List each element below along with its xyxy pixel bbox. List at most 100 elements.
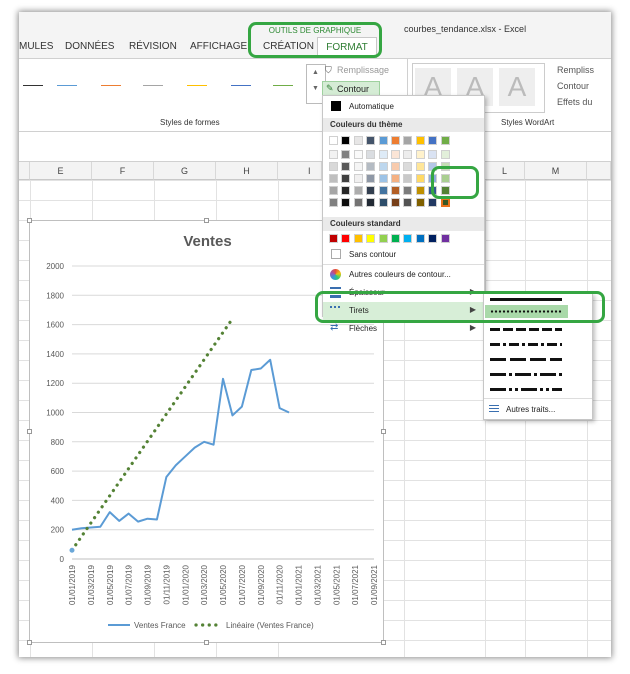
theme-color-swatch[interactable] bbox=[428, 150, 438, 159]
theme-color-swatch[interactable] bbox=[415, 198, 425, 207]
column-header-f[interactable]: F bbox=[92, 162, 154, 180]
wordart-fill-button[interactable]: Rempliss bbox=[557, 65, 594, 75]
theme-color-swatch[interactable] bbox=[403, 136, 413, 145]
dash-long-dash[interactable] bbox=[490, 358, 562, 361]
column-header-g[interactable]: G bbox=[154, 162, 216, 180]
resize-handle[interactable] bbox=[381, 640, 386, 645]
tab-formules[interactable]: MULES bbox=[19, 41, 53, 52]
column-header-l[interactable]: L bbox=[485, 162, 525, 180]
standard-color-swatch[interactable] bbox=[403, 234, 413, 243]
menu-item-automatic[interactable]: Automatique bbox=[323, 98, 484, 116]
theme-color-swatch[interactable] bbox=[329, 174, 338, 183]
shape-style-preset[interactable] bbox=[187, 85, 207, 86]
theme-color-swatch[interactable] bbox=[341, 136, 351, 145]
theme-color-swatch[interactable] bbox=[353, 150, 363, 159]
theme-color-swatch[interactable] bbox=[341, 198, 351, 207]
theme-color-swatch[interactable] bbox=[378, 136, 388, 145]
theme-color-swatch[interactable] bbox=[329, 162, 338, 171]
theme-color-swatch[interactable] bbox=[341, 150, 351, 159]
theme-color-swatch[interactable] bbox=[353, 162, 363, 171]
theme-color-swatch[interactable] bbox=[329, 186, 338, 195]
standard-color-swatch[interactable] bbox=[353, 234, 363, 243]
theme-color-swatch-selected[interactable] bbox=[440, 198, 450, 207]
theme-color-swatch[interactable] bbox=[329, 198, 338, 207]
theme-color-swatch[interactable] bbox=[366, 150, 376, 159]
column-header-n[interactable] bbox=[587, 162, 611, 180]
theme-color-swatch[interactable] bbox=[329, 136, 338, 145]
shape-style-preset[interactable] bbox=[143, 85, 163, 86]
theme-color-swatch[interactable] bbox=[415, 162, 425, 171]
tab-revision[interactable]: RÉVISION bbox=[129, 41, 177, 52]
wordart-outline-button[interactable]: Contour bbox=[557, 81, 589, 91]
column-header-h[interactable]: H bbox=[216, 162, 278, 180]
theme-color-swatch[interactable] bbox=[378, 150, 388, 159]
theme-color-swatch[interactable] bbox=[366, 186, 376, 195]
tab-donnees[interactable]: DONNÉES bbox=[65, 41, 114, 52]
theme-color-swatch[interactable] bbox=[403, 150, 413, 159]
menu-item-more-dashes[interactable]: Autres traits... bbox=[484, 401, 592, 417]
theme-color-swatch[interactable] bbox=[366, 162, 376, 171]
resize-handle[interactable] bbox=[27, 429, 32, 434]
theme-color-swatch[interactable] bbox=[391, 150, 400, 159]
standard-color-swatch[interactable] bbox=[329, 234, 338, 243]
dash-long-dash-dot-dot[interactable] bbox=[490, 388, 562, 391]
dash-long-dash-dot[interactable] bbox=[490, 373, 562, 376]
theme-color-swatch[interactable] bbox=[403, 174, 413, 183]
theme-color-swatch[interactable] bbox=[366, 136, 376, 145]
theme-color-swatch[interactable] bbox=[378, 186, 388, 195]
theme-color-swatch[interactable] bbox=[391, 136, 400, 145]
shape-style-preset[interactable] bbox=[101, 85, 121, 86]
theme-color-swatch[interactable] bbox=[353, 174, 363, 183]
dash-dash-dot[interactable] bbox=[490, 343, 562, 346]
theme-color-swatch[interactable] bbox=[415, 136, 425, 145]
formula-bar[interactable] bbox=[19, 142, 611, 162]
theme-color-swatch[interactable] bbox=[353, 198, 363, 207]
column-header-m[interactable]: M bbox=[525, 162, 587, 180]
column-header-e[interactable]: E bbox=[30, 162, 92, 180]
standard-color-swatch[interactable] bbox=[366, 234, 376, 243]
theme-color-swatch[interactable] bbox=[366, 198, 376, 207]
theme-color-swatch[interactable] bbox=[378, 198, 388, 207]
standard-color-swatch[interactable] bbox=[428, 234, 438, 243]
theme-color-swatch[interactable] bbox=[378, 162, 388, 171]
shape-style-preset[interactable] bbox=[273, 85, 293, 86]
standard-color-swatch[interactable] bbox=[415, 234, 425, 243]
theme-color-swatch[interactable] bbox=[440, 150, 450, 159]
theme-color-swatch[interactable] bbox=[366, 174, 376, 183]
menu-item-more-colors[interactable]: Autres couleurs de contour... bbox=[323, 266, 484, 284]
wordart-style[interactable]: A bbox=[499, 68, 535, 106]
shape-fill-button[interactable]: Remplissage bbox=[337, 65, 389, 75]
theme-color-swatch[interactable] bbox=[415, 174, 425, 183]
theme-color-swatch[interactable] bbox=[415, 186, 425, 195]
tab-affichage[interactable]: AFFICHAGE bbox=[190, 41, 247, 52]
resize-handle[interactable] bbox=[204, 640, 209, 645]
theme-color-swatch[interactable] bbox=[353, 136, 363, 145]
theme-color-swatch[interactable] bbox=[341, 186, 351, 195]
theme-color-swatch[interactable] bbox=[415, 150, 425, 159]
theme-color-swatch[interactable] bbox=[403, 198, 413, 207]
resize-handle[interactable] bbox=[381, 429, 386, 434]
standard-color-swatch[interactable] bbox=[341, 234, 351, 243]
theme-color-swatch[interactable] bbox=[391, 174, 400, 183]
resize-handle[interactable] bbox=[27, 640, 32, 645]
resize-handle[interactable] bbox=[27, 218, 32, 223]
shape-style-preset[interactable] bbox=[57, 85, 77, 86]
column-header-i[interactable]: I bbox=[278, 162, 322, 180]
theme-color-swatch[interactable] bbox=[329, 150, 338, 159]
shape-style-preset[interactable] bbox=[231, 85, 251, 86]
menu-item-no-outline[interactable]: Sans contour bbox=[323, 246, 484, 264]
resize-handle[interactable] bbox=[204, 218, 209, 223]
shape-outline-button[interactable]: ✎ Contour bbox=[322, 81, 380, 96]
standard-color-swatch[interactable] bbox=[440, 234, 450, 243]
theme-color-swatch[interactable] bbox=[428, 198, 438, 207]
dash-dash[interactable] bbox=[490, 328, 562, 331]
theme-color-swatch[interactable] bbox=[391, 186, 400, 195]
theme-color-swatch[interactable] bbox=[391, 198, 400, 207]
wordart-effects-button[interactable]: Effets du bbox=[557, 97, 592, 107]
theme-color-swatch[interactable] bbox=[378, 174, 388, 183]
theme-color-swatch[interactable] bbox=[341, 174, 351, 183]
theme-color-swatch[interactable] bbox=[353, 186, 363, 195]
theme-color-swatch[interactable] bbox=[403, 186, 413, 195]
theme-color-swatch[interactable] bbox=[440, 136, 450, 145]
theme-color-swatch[interactable] bbox=[403, 162, 413, 171]
